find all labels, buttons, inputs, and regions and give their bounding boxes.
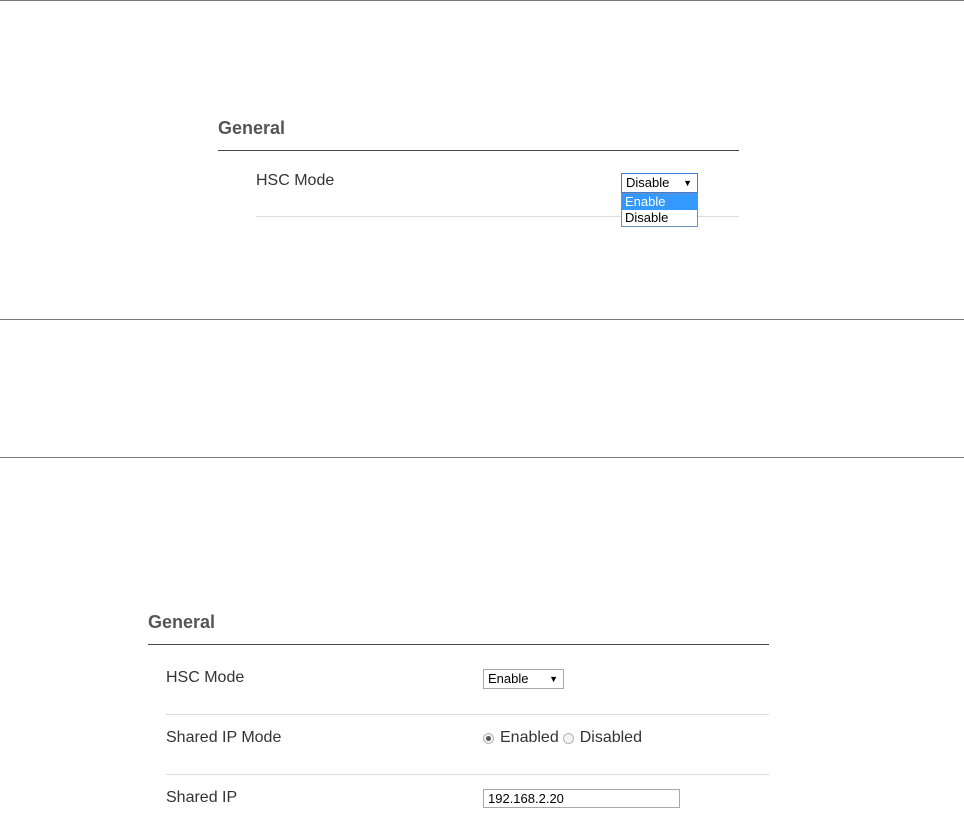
section-title: General <box>148 612 216 632</box>
radio-disabled[interactable] <box>562 732 574 744</box>
hsc-mode-select[interactable]: Enable ▼ <box>483 669 564 689</box>
shared-ip-mode-label: Shared IP Mode <box>166 729 282 746</box>
row-divider <box>698 216 739 217</box>
hsc-mode-dropdown-list: Enable Disable <box>621 193 698 227</box>
shared-ip-input[interactable]: 192.168.2.20 <box>483 789 680 808</box>
radio-disabled-label[interactable]: Disabled <box>580 729 642 747</box>
section-title-underline <box>148 644 769 645</box>
hsc-mode-select[interactable]: Disable ▼ <box>621 173 698 193</box>
shared-ip-mode-radio-group: Enabled Disabled <box>483 729 642 747</box>
chevron-down-icon: ▼ <box>549 674 558 684</box>
shared-ip-label: Shared IP <box>166 789 238 806</box>
hsc-mode-selected-value: Disable <box>626 175 670 190</box>
radio-enabled-label[interactable]: Enabled <box>500 729 559 747</box>
top-divider <box>0 0 964 1</box>
hsc-mode-label: HSC Mode <box>256 172 335 189</box>
dropdown-option-enable[interactable]: Enable <box>622 194 697 210</box>
middle-divider-lower <box>0 457 964 458</box>
chevron-down-icon: ▼ <box>683 178 692 188</box>
radio-enabled[interactable] <box>483 732 494 744</box>
row-divider <box>166 774 769 775</box>
hsc-mode-selected-value: Enable <box>488 671 529 686</box>
middle-divider-upper <box>0 319 964 320</box>
hsc-mode-label: HSC Mode <box>166 669 245 686</box>
dropdown-option-disable[interactable]: Disable <box>622 210 697 226</box>
row-divider <box>166 714 769 715</box>
row-divider <box>256 216 621 217</box>
section-title-underline <box>218 150 739 151</box>
section-title: General <box>218 118 286 138</box>
